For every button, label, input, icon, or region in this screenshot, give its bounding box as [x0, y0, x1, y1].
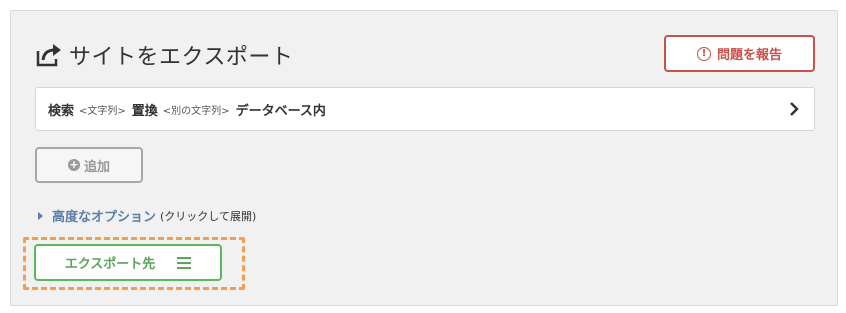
export-panel: サイトをエクスポート ! 問題を報告 検索 <文字列> 置換 <別の文字列> デ… — [10, 10, 838, 306]
add-button[interactable]: + 追加 — [35, 147, 143, 183]
search-label: 検索 — [48, 103, 75, 119]
hamburger-menu-icon — [177, 256, 192, 269]
advanced-options-toggle[interactable]: 高度なオプション (クリックして展開) — [38, 206, 256, 225]
replace-placeholder: <別の文字列> — [162, 105, 230, 117]
chevron-right-icon — [790, 102, 799, 116]
export-icon — [36, 44, 61, 67]
caret-right-icon — [38, 211, 43, 220]
report-issue-label: 問題を報告 — [716, 48, 782, 63]
replace-label: 置換 — [131, 103, 158, 119]
exclamation-circle-icon: ! — [696, 46, 711, 61]
page-title: サイトをエクスポート — [35, 39, 293, 71]
scope-label: データベース内 — [235, 103, 326, 119]
advanced-options-hint: (クリックして展開) — [160, 209, 257, 223]
search-placeholder: <文字列> — [79, 105, 126, 117]
page-title-text: サイトをエクスポート — [69, 45, 294, 70]
add-button-label: 追加 — [83, 159, 110, 175]
export-to-label: エクスポート先 — [64, 257, 156, 272]
plus-circle-icon: + — [67, 158, 80, 171]
advanced-options-link[interactable]: 高度なオプション — [52, 206, 156, 225]
report-issue-button[interactable]: ! 問題を報告 — [664, 35, 815, 72]
search-replace-row[interactable]: 検索 <文字列> 置換 <別の文字列> データベース内 — [35, 87, 815, 131]
export-to-button[interactable]: エクスポート先 — [34, 244, 222, 281]
